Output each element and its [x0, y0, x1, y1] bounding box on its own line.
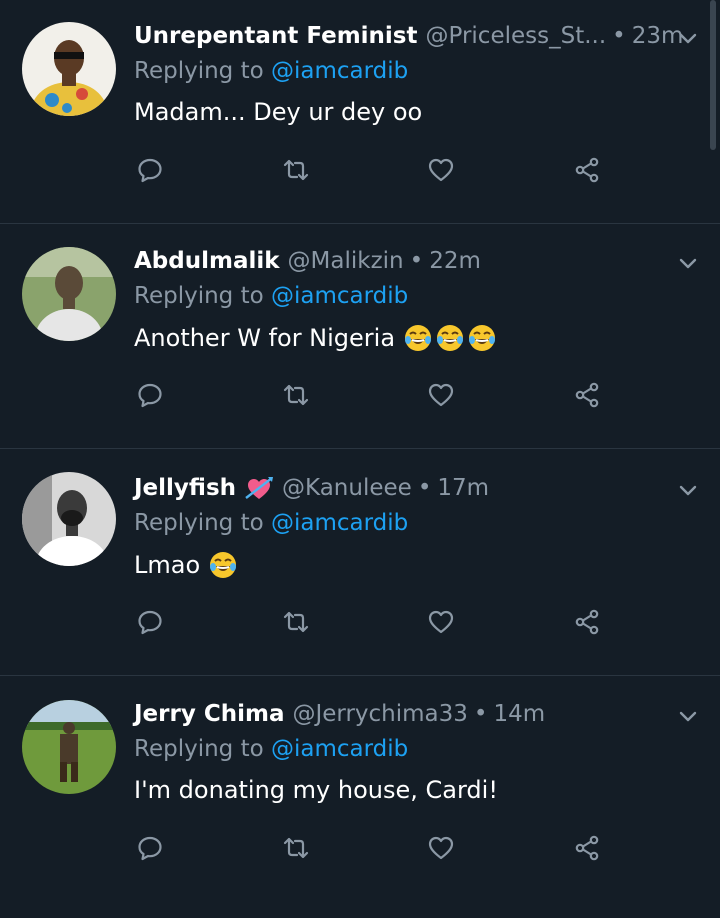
tweet-text: Another W for Nigeria: [134, 323, 497, 353]
share-button[interactable]: [569, 377, 605, 413]
separator: •: [417, 475, 432, 501]
tweet-text: Madam... Dey ur dey oo: [134, 98, 422, 126]
tweet-header: Jellyfish @Kanuleee • 17m: [134, 472, 489, 504]
reply-button[interactable]: [132, 830, 168, 866]
retweet-button[interactable]: [278, 152, 314, 188]
mention-link[interactable]: @iamcardib: [271, 58, 408, 84]
tweet-actions: [0, 152, 720, 188]
mention-link[interactable]: @iamcardib: [271, 283, 408, 309]
like-button[interactable]: [423, 604, 459, 640]
like-icon: [428, 383, 454, 407]
reply-icon: [138, 383, 162, 408]
avatar[interactable]: [22, 472, 116, 566]
retweet-button[interactable]: [278, 830, 314, 866]
emoji-group: [208, 550, 238, 580]
avatar[interactable]: [22, 247, 116, 341]
timestamp[interactable]: 22m: [429, 248, 481, 274]
share-button[interactable]: [569, 152, 605, 188]
chevron-down-icon[interactable]: [678, 253, 698, 273]
tweet-actions: [0, 377, 720, 413]
tears-of-joy-emoji-icon: [210, 552, 237, 578]
share-icon: [575, 609, 599, 635]
display-name[interactable]: Jerry Chima: [134, 701, 284, 727]
retweet-button[interactable]: [278, 377, 314, 413]
tweet-header: Abdulmalik @Malikzin • 22m: [134, 245, 481, 277]
display-name[interactable]: Unrepentant Feminist: [134, 23, 418, 49]
tweet-body: I'm donating my house, Cardi!: [134, 776, 498, 804]
tweet-text: I'm donating my house, Cardi!: [134, 776, 498, 804]
like-button[interactable]: [423, 830, 459, 866]
like-button[interactable]: [423, 152, 459, 188]
replying-label: Replying to: [134, 736, 264, 762]
share-icon: [575, 835, 599, 861]
user-handle[interactable]: @Priceless_St...: [426, 23, 607, 49]
user-handle[interactable]: @Jerrychima33: [292, 701, 467, 727]
share-icon: [575, 157, 599, 183]
tweet-actions: [0, 604, 720, 640]
tweet-header: Jerry Chima @Jerrychima33 • 14m: [134, 698, 545, 730]
separator: •: [409, 248, 424, 274]
like-icon: [428, 610, 454, 634]
replying-to: Replying to @iamcardib: [134, 58, 408, 84]
reply-icon: [138, 158, 162, 183]
chevron-down-icon[interactable]: [678, 706, 698, 726]
tweet-item[interactable]: Unrepentant Feminist @Priceless_St... • …: [0, 0, 720, 224]
user-handle[interactable]: @Malikzin: [288, 248, 404, 274]
tweet-actions: [0, 830, 720, 866]
separator: •: [612, 23, 626, 49]
like-icon: [428, 836, 454, 860]
share-icon: [575, 382, 599, 408]
display-name[interactable]: Jellyfish: [134, 475, 236, 501]
tweet-text: Lmao: [134, 550, 238, 580]
tweet-body: Madam... Dey ur dey oo: [134, 98, 423, 126]
tears-of-joy-emoji-icon: [405, 325, 432, 351]
separator: •: [473, 701, 488, 727]
timestamp[interactable]: 14m: [493, 701, 545, 727]
replying-label: Replying to: [134, 58, 264, 84]
replying-label: Replying to: [134, 510, 264, 536]
reply-button[interactable]: [132, 377, 168, 413]
timestamp[interactable]: 17m: [437, 475, 489, 501]
like-button[interactable]: [423, 377, 459, 413]
mention-link[interactable]: @iamcardib: [271, 736, 408, 762]
mention-link[interactable]: @iamcardib: [271, 510, 408, 536]
display-name[interactable]: Abdulmalik: [134, 248, 280, 274]
reply-icon: [138, 836, 162, 861]
retweet-icon: [283, 837, 309, 859]
tweet-body: Another W for Nigeria: [134, 324, 396, 352]
retweet-icon: [283, 159, 309, 181]
tweet-item[interactable]: Jellyfish @Kanuleee • 17m Replying to @i…: [0, 452, 720, 676]
tweet-body: Lmao: [134, 551, 201, 579]
retweet-button[interactable]: [278, 604, 314, 640]
replying-to: Replying to @iamcardib: [134, 736, 408, 762]
avatar[interactable]: [22, 22, 116, 116]
emoji-group: [403, 323, 497, 353]
retweet-icon: [283, 384, 309, 406]
tears-of-joy-emoji-icon: [437, 325, 464, 351]
like-icon: [428, 158, 454, 182]
tears-of-joy-emoji-icon: [469, 325, 496, 351]
share-button[interactable]: [569, 830, 605, 866]
chevron-down-icon[interactable]: [678, 28, 698, 48]
replying-to: Replying to @iamcardib: [134, 283, 408, 309]
heart-with-arrow-icon: [245, 477, 274, 499]
user-handle[interactable]: @Kanuleee: [282, 475, 412, 501]
tweet-item[interactable]: Jerry Chima @Jerrychima33 • 14m Replying…: [0, 678, 720, 902]
tweet-item[interactable]: Abdulmalik @Malikzin • 22m Replying to @…: [0, 225, 720, 449]
reply-button[interactable]: [132, 152, 168, 188]
avatar[interactable]: [22, 700, 116, 794]
replying-label: Replying to: [134, 283, 264, 309]
replying-to: Replying to @iamcardib: [134, 510, 408, 536]
chevron-down-icon[interactable]: [678, 480, 698, 500]
share-button[interactable]: [569, 604, 605, 640]
retweet-icon: [283, 611, 309, 633]
tweet-header: Unrepentant Feminist @Priceless_St... • …: [134, 20, 683, 52]
timestamp[interactable]: 23m: [632, 23, 684, 49]
reply-icon: [138, 610, 162, 635]
reply-button[interactable]: [132, 604, 168, 640]
